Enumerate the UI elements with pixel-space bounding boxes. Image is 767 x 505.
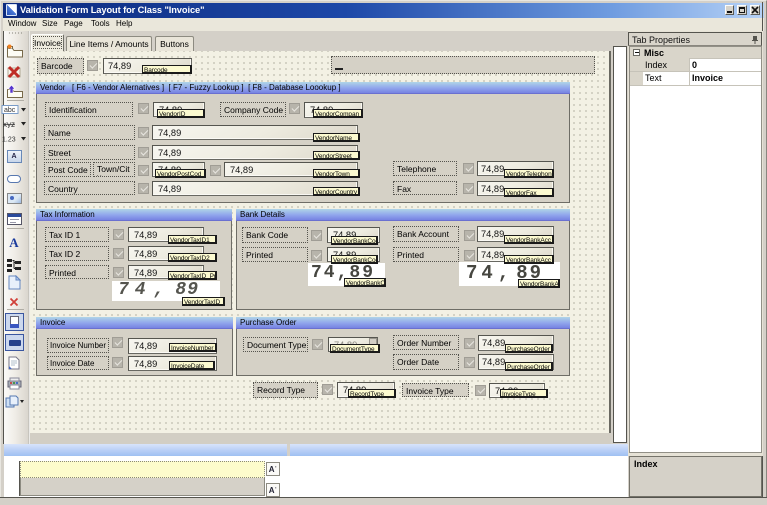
svg-text:xyz: xyz xyxy=(3,120,15,128)
svg-text:abc: abc xyxy=(4,107,16,114)
svg-text:1.23: 1.23 xyxy=(2,137,16,144)
